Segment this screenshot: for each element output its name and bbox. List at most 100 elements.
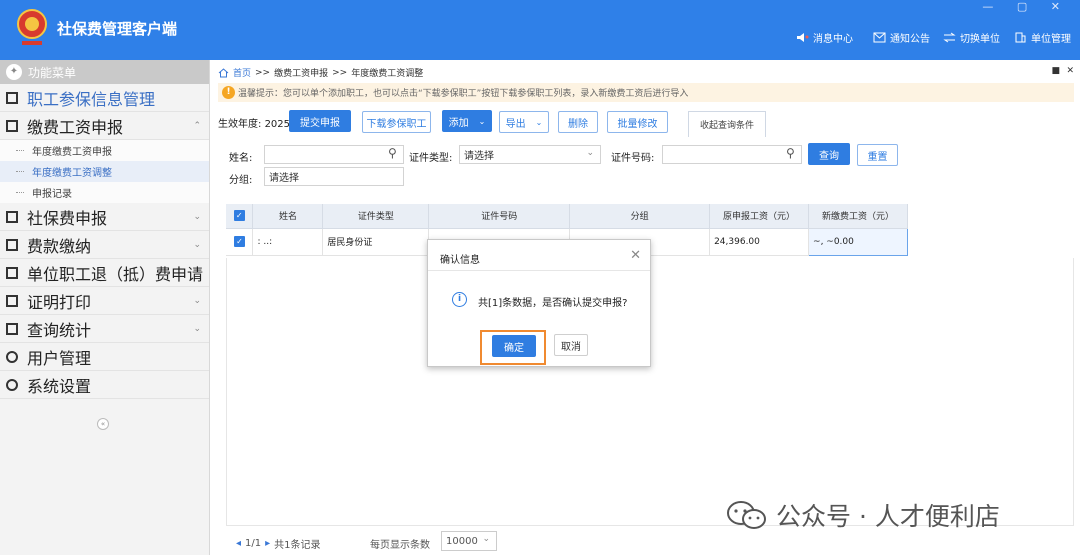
sidebar-item-wage-declaration[interactable]: 缴费工资申报 ⌃ <box>0 112 209 140</box>
tax-emblem-logo <box>17 9 47 45</box>
name-input[interactable] <box>264 145 404 164</box>
chevron-down-icon: ⌄ <box>535 117 543 127</box>
breadcrumb: 首页 >> 缴费工资申报 >> 年度缴费工资调整 <box>218 66 423 79</box>
sidebar-subitem-annual-wage[interactable]: 年度缴费工资申报 <box>0 140 209 161</box>
close-icon[interactable]: ✕ <box>630 248 641 263</box>
search-icon[interactable]: ⚲ <box>388 146 397 160</box>
sidebar-item-refund[interactable]: 单位职工退（抵）费申请 <box>0 259 209 287</box>
sidebar-item-label: 社保费申报 <box>27 208 108 228</box>
submit-button[interactable]: 提交申报 <box>289 110 351 132</box>
year-label: 生效年度: <box>218 119 262 130</box>
next-page-icon[interactable]: ▸ <box>265 538 270 549</box>
chevron-down-icon: ⌄ <box>482 534 490 544</box>
group-label: 分组: <box>229 175 253 186</box>
export-button[interactable]: 导出 ⌄ <box>499 111 549 133</box>
sidebar-header-label: 功能菜单 <box>28 65 77 80</box>
row-checkbox[interactable]: ✓ <box>226 228 254 256</box>
print-icon <box>6 294 18 307</box>
sidebar-header: ✦ 功能菜单 <box>0 60 209 84</box>
sidebar-collapse-button[interactable]: « <box>97 418 109 430</box>
check-icon: ✓ <box>234 236 245 247</box>
mail-icon <box>873 32 886 43</box>
page-indicator: 1/1 <box>245 538 262 549</box>
export-label: 导出 <box>505 118 526 130</box>
cancel-button[interactable]: 取消 <box>554 334 588 356</box>
id-type-select[interactable]: 请选择 ⌄ <box>459 145 601 164</box>
nav-label: 切换单位 <box>960 34 1000 45</box>
sidebar-item-employee-info[interactable]: 职工参保信息管理 <box>0 84 209 112</box>
tab-close-icon[interactable]: ✕ <box>1066 66 1074 76</box>
id-no-input[interactable] <box>662 145 802 164</box>
col-group: 分组 <box>569 204 711 229</box>
list-icon <box>6 266 18 279</box>
home-icon <box>218 67 229 77</box>
nav-switch-unit[interactable]: 切换单位 <box>943 30 1000 45</box>
breadcrumb-level1[interactable]: 缴费工资申报 <box>274 66 328 79</box>
pagination: ◂ 1/1 ▸ 共1条记录 <box>236 536 321 551</box>
add-button[interactable]: 添加 ⌄ <box>442 110 492 132</box>
col-id-no: 证件号码 <box>428 204 571 229</box>
id-type-label: 证件类型: <box>409 153 453 164</box>
col-name: 姓名 <box>252 204 324 229</box>
tab-close-all-icon[interactable]: ■ <box>1051 66 1060 76</box>
nav-unit-management[interactable]: 单位管理 <box>1014 30 1071 45</box>
delete-button[interactable]: 删除 <box>558 111 598 133</box>
download-employees-button[interactable]: 下载参保职工 <box>362 111 431 133</box>
watermark: 公众号 · 人才便利店 <box>726 497 1000 533</box>
sidebar-item-users[interactable]: 用户管理 <box>0 343 209 371</box>
switch-icon <box>943 32 956 43</box>
collapse-query-tab[interactable]: 收起查询条件 <box>688 111 766 137</box>
chevron-down-icon: ⌄ <box>193 324 201 334</box>
query-button[interactable]: 查询 <box>808 143 850 165</box>
sidebar-item-label: 查询统计 <box>27 320 92 340</box>
confirm-button[interactable]: 确定 <box>492 335 536 357</box>
per-page-label: 每页显示条数 <box>370 540 430 551</box>
per-page-select[interactable]: 10000 ⌄ <box>441 531 497 551</box>
info-icon: ! <box>222 86 235 99</box>
menu-icon: ✦ <box>6 64 22 80</box>
group-select[interactable]: 请选择 <box>264 167 404 186</box>
save-icon <box>6 238 18 251</box>
id-type-value: 请选择 <box>464 151 494 162</box>
chart-icon <box>6 322 18 335</box>
sidebar-item-label: 缴费工资申报 <box>27 117 124 137</box>
nav-label: 消息中心 <box>813 34 853 45</box>
sidebar-item-settings[interactable]: 系统设置 <box>0 371 209 399</box>
chevron-down-icon: ⌄ <box>478 116 486 126</box>
dialog-title: 确认信息 <box>440 255 480 266</box>
sidebar-item-certificate[interactable]: 证明打印 ⌄ <box>0 287 209 315</box>
cell-name: : ..: <box>252 228 324 256</box>
chevron-down-icon: ⌄ <box>193 240 201 250</box>
sidebar-subitem-wage-adjust[interactable]: 年度缴费工资调整 <box>0 161 209 182</box>
top-bar: 社保费管理客户端 — ▢ ✕ 消息中心 通知公告 切换单位 单位管理 <box>0 0 1080 60</box>
sidebar-item-social-security[interactable]: 社保费申报 ⌄ <box>0 203 209 231</box>
select-all-checkbox[interactable]: ✓ <box>226 204 254 229</box>
sidebar-subitem-records[interactable]: 申报记录 <box>0 182 209 203</box>
reset-button[interactable]: 重置 <box>857 144 898 166</box>
window-controls[interactable]: — ▢ ✕ <box>982 0 1070 13</box>
search-icon[interactable]: ⚲ <box>786 146 795 160</box>
breadcrumb-home[interactable]: 首页 <box>233 66 251 79</box>
table-header-row: ✓ 姓名 证件类型 证件号码 分组 原申报工资（元） 新缴费工资（元） <box>226 204 908 229</box>
sidebar-item-payment[interactable]: 费款缴纳 ⌄ <box>0 231 209 259</box>
cell-new-wage-input[interactable]: ~, ~0.00 <box>808 227 908 256</box>
gear-icon <box>6 378 18 391</box>
name-label: 姓名: <box>229 153 253 164</box>
col-orig-wage: 原申报工资（元） <box>709 204 810 229</box>
sidebar-item-label: 费款缴纳 <box>27 236 92 256</box>
info-icon: i <box>452 292 467 307</box>
nav-message-center[interactable]: 消息中心 <box>796 30 853 45</box>
col-new-wage: 新缴费工资（元） <box>808 204 908 229</box>
sidebar-item-statistics[interactable]: 查询统计 ⌄ <box>0 315 209 343</box>
building-icon <box>1015 32 1026 43</box>
nav-notice[interactable]: 通知公告 <box>873 30 930 45</box>
prev-page-icon[interactable]: ◂ <box>236 538 241 549</box>
speaker-icon <box>797 33 809 42</box>
per-page-value: 10000 <box>446 535 478 547</box>
nav-label: 通知公告 <box>890 34 930 45</box>
effective-year: 生效年度: 2025 <box>218 115 290 130</box>
sidebar: ✦ 功能菜单 职工参保信息管理 缴费工资申报 ⌃ 年度缴费工资申报 年度缴费工资… <box>0 60 210 555</box>
sidebar-item-label: 单位职工退（抵）费申请 <box>27 264 204 284</box>
batch-edit-button[interactable]: 批量修改 <box>607 111 668 133</box>
dialog-message: 共[1]条数据，是否确认提交申报? <box>478 298 628 309</box>
